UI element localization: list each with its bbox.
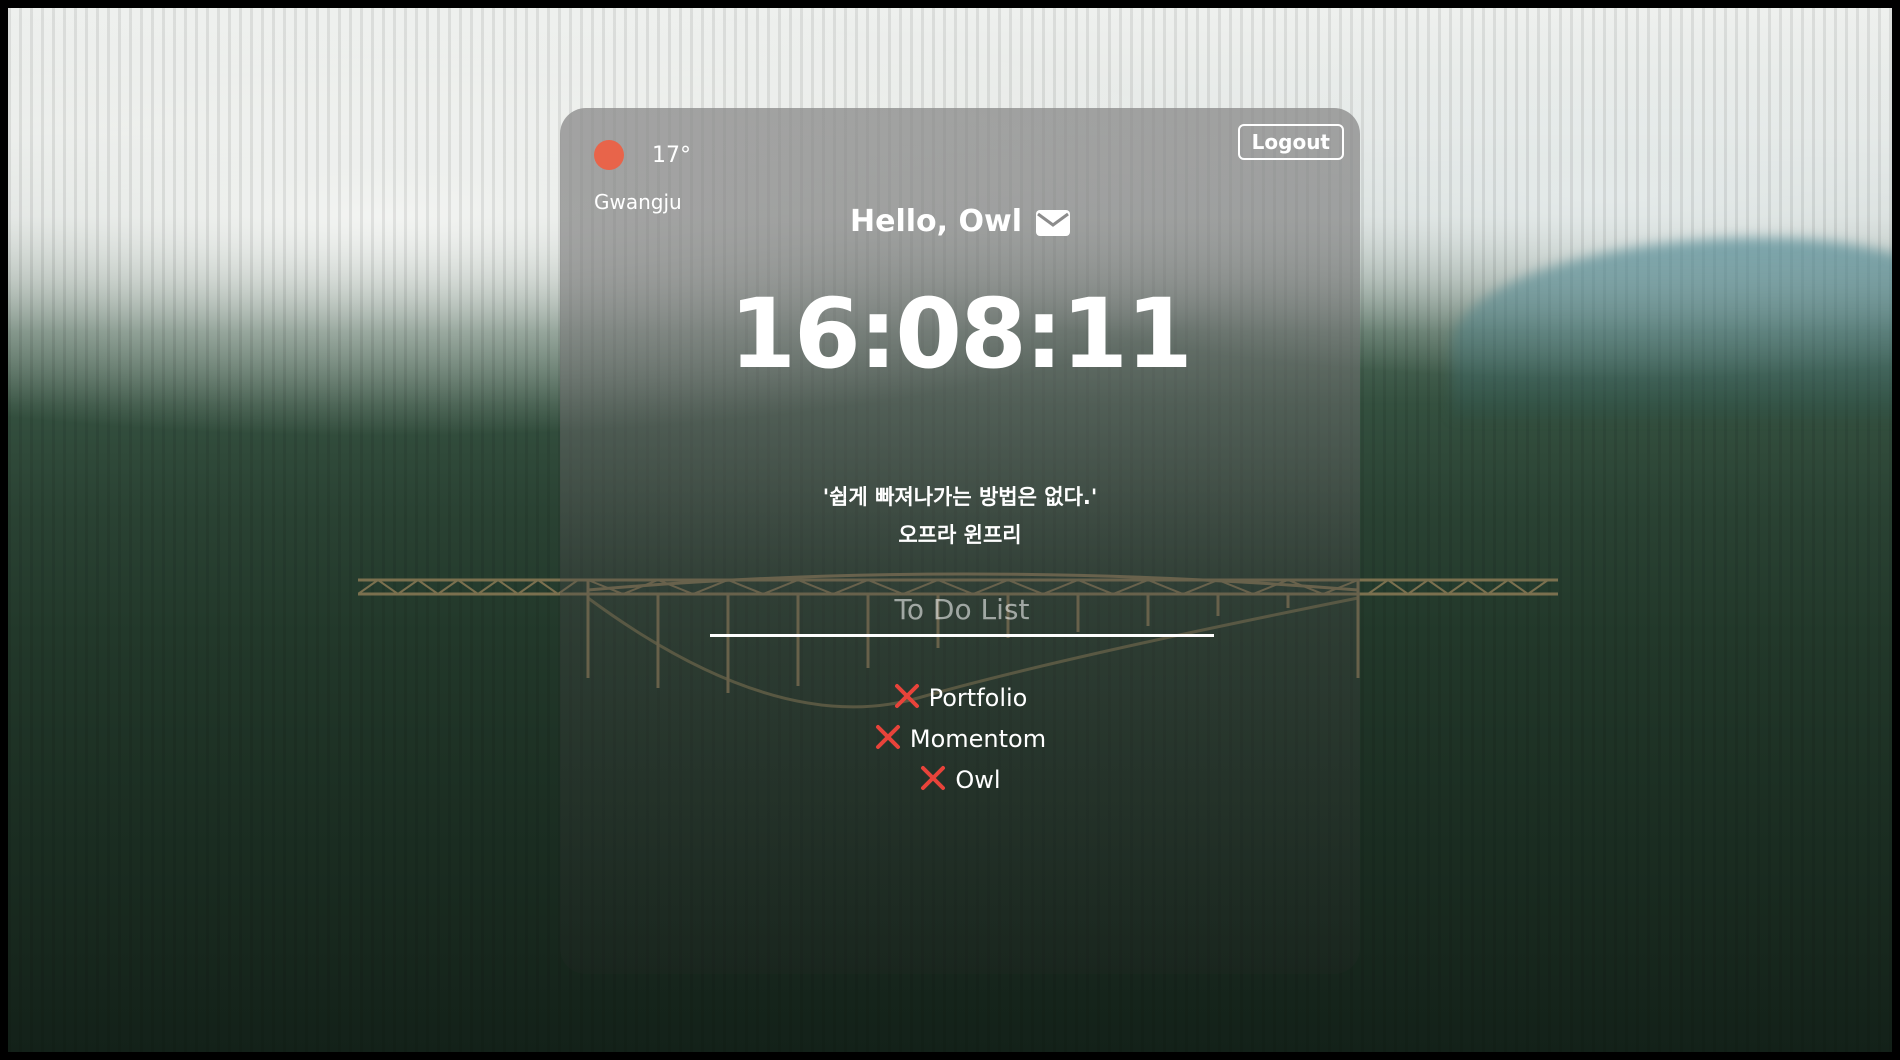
quote-author: 오프라 윈프리 xyxy=(898,523,1022,547)
delete-x-icon[interactable] xyxy=(919,764,947,792)
quote-text: '쉽게 빠져나가는 방법은 없다.' xyxy=(822,485,1098,509)
todo-item-label: Owl xyxy=(955,766,1001,794)
envelope-icon[interactable] xyxy=(1035,209,1070,236)
todo-item-label: Portfolio xyxy=(928,684,1028,712)
logout-button[interactable]: Logout xyxy=(1237,124,1344,160)
clock: 16:08:11 xyxy=(729,278,1193,390)
temperature: 17° xyxy=(652,143,691,168)
greeting-text: Hello, Owl xyxy=(850,204,1022,239)
todo-item-label: Momentom xyxy=(909,725,1047,753)
todo-list: Portfolio Momentom Owl xyxy=(560,678,1360,801)
main-card: 17° Gwangju Logout Hello, Owl 16:08:11 '… xyxy=(560,108,1360,974)
todo-item: Momentom xyxy=(560,719,1360,760)
delete-x-icon[interactable] xyxy=(893,682,921,710)
todo-item: Portfolio xyxy=(560,678,1360,719)
quote: '쉽게 빠져나가는 방법은 없다.' 오프라 윈프리 xyxy=(560,478,1360,554)
background: 17° Gwangju Logout Hello, Owl 16:08:11 '… xyxy=(8,8,1892,1052)
weather-circle-icon xyxy=(594,140,624,170)
greeting: Hello, Owl xyxy=(560,204,1360,239)
todo-item: Owl xyxy=(560,760,1360,801)
todo-input[interactable] xyxy=(710,584,1214,637)
delete-x-icon[interactable] xyxy=(874,723,902,751)
